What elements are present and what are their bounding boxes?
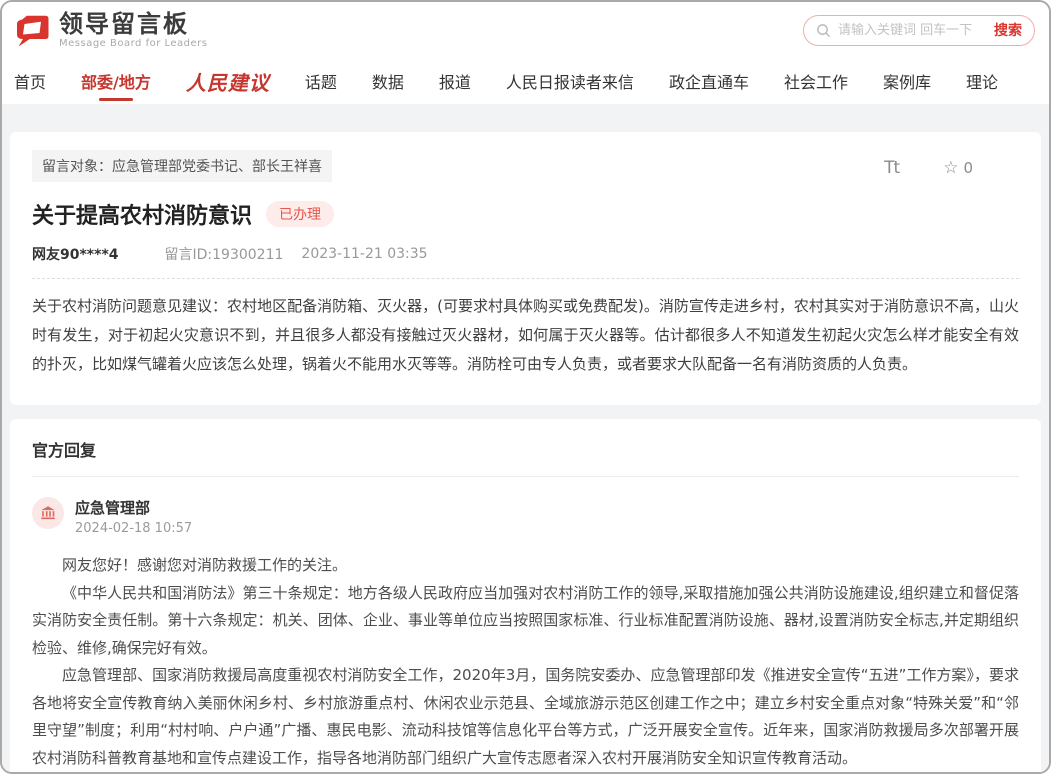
nav-item-readers-letters[interactable]: 人民日报读者来信: [506, 58, 634, 104]
avatar: [32, 497, 64, 529]
message-id: 留言ID:19300211: [165, 244, 284, 264]
favorite-button[interactable]: ☆ 0: [943, 158, 973, 178]
reply-agency-name: 应急管理部: [75, 497, 192, 518]
nav-item-theory[interactable]: 理论: [966, 58, 998, 104]
reply-paragraph: 应急管理部、国家消防救援局高度重视农村消防安全工作，2020年3月，国务院安委办…: [32, 662, 1019, 772]
message-date: 2023-11-21 03:35: [301, 246, 427, 262]
logo-title: 领导留言板: [59, 11, 208, 37]
dashed-divider: [32, 278, 1019, 279]
message-author: 网友90****4: [32, 244, 119, 264]
site-logo[interactable]: 领导留言板 Message Board for Leaders: [14, 11, 208, 49]
nav-item-data[interactable]: 数据: [372, 58, 404, 104]
reply-agency-block: 应急管理部 2024-02-18 10:57: [75, 497, 192, 536]
content-area: 留言对象：应急管理部党委书记、部长王祥喜 Tt ☆ 0 关于提高农村消防意识 已…: [2, 132, 1049, 772]
reply-divider: [32, 476, 1019, 477]
nav-item-gov-enterprise-line[interactable]: 政企直通车: [669, 58, 749, 104]
nav-item-reports[interactable]: 报道: [439, 58, 471, 104]
page: 领导留言板 Message Board for Leaders 搜索 首页 部委…: [0, 0, 1051, 774]
message-target-tag: 留言对象：应急管理部党委书记、部长王祥喜: [32, 150, 332, 182]
reply-header: 应急管理部 2024-02-18 10:57: [32, 497, 1019, 536]
message-title-row: 关于提高农村消防意识 已办理: [32, 198, 1019, 230]
reply-paragraph: 《中华人民共和国消防法》第三十条规定：地方各级人民政府应当加强对农村消防工作的领…: [32, 580, 1019, 663]
reply-date: 2024-02-18 10:57: [75, 521, 192, 536]
search-button[interactable]: 搜索: [994, 20, 1022, 40]
message-title: 关于提高农村消防意识: [32, 198, 252, 230]
nav-item-home[interactable]: 首页: [14, 58, 46, 104]
search-input[interactable]: [838, 23, 987, 38]
nav-item-ministries-local[interactable]: 部委/地方: [81, 58, 151, 104]
reply-body: 网友您好！感谢您对消防救援工作的关注。 《中华人民共和国消防法》第三十条规定：地…: [32, 552, 1019, 772]
message-card-top: 留言对象：应急管理部党委书记、部长王祥喜 Tt ☆ 0: [32, 150, 1019, 182]
message-tools: Tt ☆ 0: [884, 158, 973, 178]
nav-item-people-suggestions[interactable]: 人民建议: [186, 58, 270, 104]
section-gap: [2, 104, 1049, 132]
favorite-count: 0: [963, 159, 973, 177]
message-card: 留言对象：应急管理部党委书记、部长王祥喜 Tt ☆ 0 关于提高农村消防意识 已…: [10, 132, 1041, 405]
search-icon: [816, 23, 831, 38]
top-bar: 领导留言板 Message Board for Leaders 搜索: [2, 2, 1049, 58]
status-badge: 已办理: [266, 201, 334, 227]
main-nav: 首页 部委/地方 人民建议 话题 数据 报道 人民日报读者来信 政企直通车 社会…: [2, 58, 1049, 104]
font-size-icon[interactable]: Tt: [884, 158, 899, 178]
logo-text: 领导留言板 Message Board for Leaders: [59, 11, 208, 49]
message-body: 关于农村消防问题意见建议：农村地区配备消防箱、灭火器，(可要求村具体购买或免费配…: [32, 292, 1019, 379]
nav-item-case-library[interactable]: 案例库: [883, 58, 931, 104]
search-box: 搜索: [803, 15, 1035, 46]
message-meta: 网友90****4 留言ID:19300211 2023-11-21 03:35: [32, 244, 1019, 264]
logo-subtitle: Message Board for Leaders: [59, 38, 208, 49]
message-board-logo-icon: [14, 11, 50, 49]
nav-item-topics[interactable]: 话题: [305, 58, 337, 104]
official-reply-card: 官方回复 应急管理部: [10, 419, 1041, 772]
star-icon: ☆: [943, 158, 958, 178]
reply-paragraph: 网友您好！感谢您对消防救援工作的关注。: [32, 552, 1019, 580]
government-building-icon: [39, 504, 57, 522]
reply-section-title: 官方回复: [32, 437, 1019, 461]
nav-item-social-work[interactable]: 社会工作: [784, 58, 848, 104]
